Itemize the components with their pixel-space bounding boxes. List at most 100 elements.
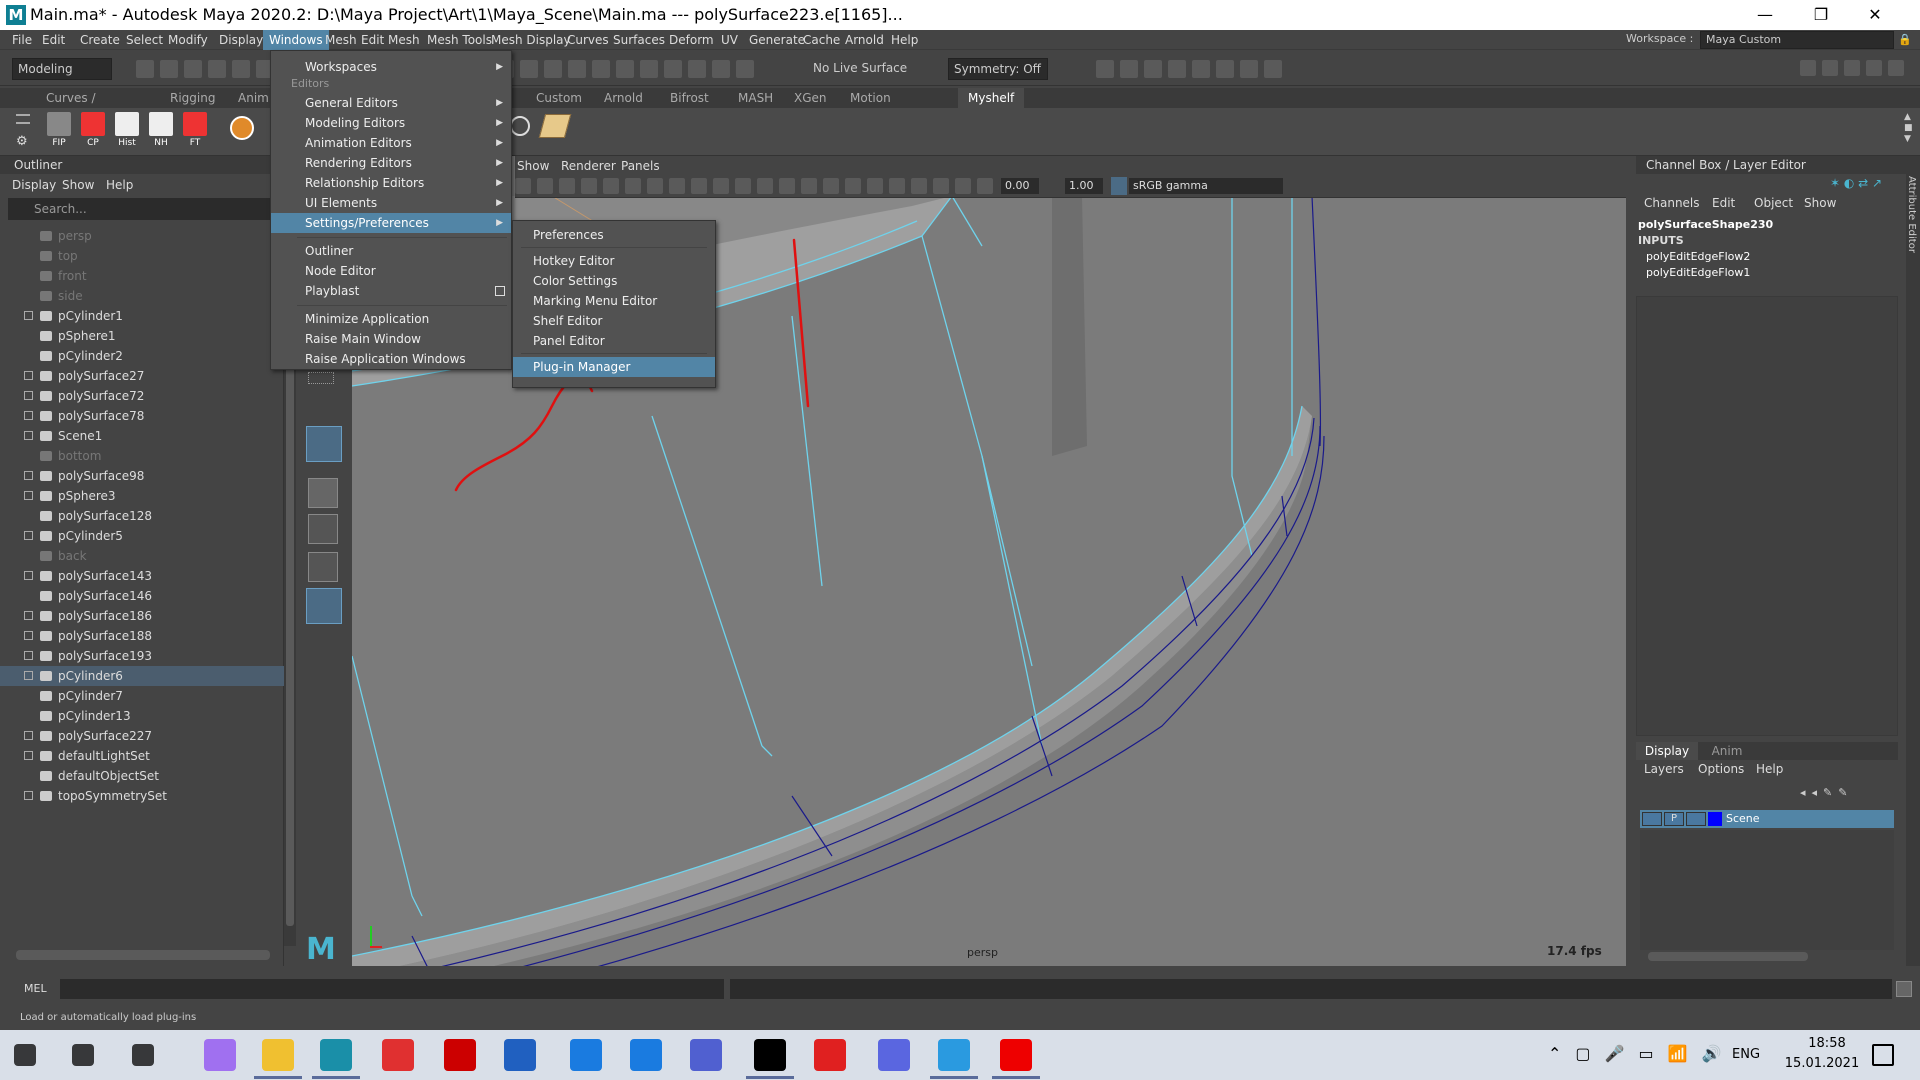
panel-toggle-1-icon[interactable] bbox=[1822, 60, 1838, 76]
viewport-tool-2-icon[interactable] bbox=[559, 178, 575, 194]
vp-menu-panels[interactable]: Panels bbox=[621, 159, 660, 173]
layer-playback-toggle[interactable]: P bbox=[1664, 812, 1684, 826]
expand-icon[interactable] bbox=[24, 411, 33, 420]
shelf-scroll-arrows[interactable]: ▲ ■ ▼ bbox=[1904, 112, 1913, 145]
status-tool-0-icon[interactable] bbox=[136, 60, 154, 78]
expand-icon[interactable] bbox=[24, 571, 33, 580]
shelf-tab-mash[interactable]: MASH bbox=[728, 88, 774, 108]
outliner-item[interactable]: pSphere1 bbox=[0, 326, 284, 346]
viewport-tool-3-icon[interactable] bbox=[581, 178, 597, 194]
status-tool-23-icon[interactable] bbox=[688, 60, 706, 78]
viewport-tool-5-icon[interactable] bbox=[625, 178, 641, 194]
shelf-tab-rigging[interactable]: Rigging bbox=[160, 88, 220, 108]
status-tool-3-icon[interactable] bbox=[208, 60, 226, 78]
windows-menu-item-ui-elements[interactable]: UI Elements ▶ bbox=[271, 193, 511, 213]
outliner-item[interactable]: pCylinder6 bbox=[0, 666, 284, 686]
viewport-tool-1-icon[interactable] bbox=[537, 178, 553, 194]
color-management-icon[interactable] bbox=[1111, 177, 1127, 195]
shelf-tab-xgen[interactable]: XGen bbox=[784, 88, 830, 108]
shelf-button-cp[interactable]: CP bbox=[78, 112, 108, 150]
shelf-gear-icon[interactable]: ⚙ bbox=[16, 134, 28, 149]
taskbar-app-11-icon[interactable] bbox=[690, 1039, 722, 1071]
layer-visibility-toggle[interactable] bbox=[1642, 812, 1662, 826]
render-tool-4-icon[interactable] bbox=[1192, 60, 1210, 78]
expand-icon[interactable] bbox=[24, 651, 33, 660]
menu-deform[interactable]: Deform bbox=[663, 30, 720, 50]
submenu-item-shelf-editor[interactable]: Shelf Editor bbox=[513, 311, 715, 331]
taskbar-app-3-icon[interactable] bbox=[204, 1039, 236, 1071]
viewport-tool-16-icon[interactable] bbox=[867, 178, 883, 194]
vp-menu-renderer[interactable]: Renderer bbox=[561, 159, 616, 173]
menu-help[interactable]: Help bbox=[885, 30, 924, 50]
outliner-item[interactable]: defaultLightSet bbox=[0, 746, 284, 766]
status-tool-1-icon[interactable] bbox=[160, 60, 178, 78]
script-editor-icon[interactable] bbox=[1896, 981, 1912, 997]
outliner-menu-display[interactable]: Display bbox=[12, 178, 56, 192]
outliner-item[interactable]: side bbox=[0, 286, 284, 306]
layout-four-icon[interactable] bbox=[308, 478, 338, 508]
taskbar-app-6-icon[interactable] bbox=[382, 1039, 414, 1071]
taskbar-app-14-icon[interactable] bbox=[878, 1039, 910, 1071]
clock-date[interactable]: 15.01.2021 bbox=[1772, 1056, 1872, 1071]
layer-action-icons[interactable]: ◂◂✎✎ bbox=[1800, 786, 1853, 799]
status-tool-4-icon[interactable] bbox=[232, 60, 250, 78]
viewport-tool-0-icon[interactable] bbox=[515, 178, 531, 194]
live-surface-field[interactable]: No Live Surface bbox=[808, 58, 908, 80]
menu-create[interactable]: Create bbox=[74, 30, 126, 50]
windows-menu-item-playblast[interactable]: Playblast bbox=[271, 281, 511, 301]
outliner-item[interactable]: polySurface193 bbox=[0, 646, 284, 666]
viewport-tool-12-icon[interactable] bbox=[779, 178, 795, 194]
lock-icon[interactable]: 🔒 bbox=[1898, 33, 1912, 47]
taskbar-app-7-icon[interactable] bbox=[444, 1039, 476, 1071]
layout-grid-icon[interactable] bbox=[308, 514, 338, 544]
layout-outliner-icon[interactable] bbox=[306, 588, 342, 624]
layer-menu-help[interactable]: Help bbox=[1756, 762, 1783, 776]
layer-tab-display[interactable]: Display bbox=[1636, 742, 1698, 760]
layout-split-icon[interactable] bbox=[308, 552, 338, 582]
expand-icon[interactable] bbox=[24, 431, 33, 440]
layer-tab-anim[interactable]: Anim bbox=[1702, 742, 1752, 760]
windows-menu-item-modeling-editors[interactable]: Modeling Editors ▶ bbox=[271, 113, 511, 133]
tray-icons[interactable]: ⌃▢🎤▭📶🔊 bbox=[1548, 1044, 1735, 1063]
expand-icon[interactable] bbox=[24, 311, 33, 320]
status-tool-24-icon[interactable] bbox=[712, 60, 730, 78]
outliner-item[interactable]: polySurface186 bbox=[0, 606, 284, 626]
color-space-dropdown[interactable]: sRGB gamma bbox=[1129, 178, 1283, 194]
viewport-tool-20-icon[interactable] bbox=[955, 178, 971, 194]
viewport-tool-15-icon[interactable] bbox=[845, 178, 861, 194]
taskbar-app-16-icon[interactable] bbox=[1000, 1039, 1032, 1071]
channel-box-tool-icons[interactable]: ✶ ◐ ⇄ ↗ bbox=[1830, 176, 1900, 190]
expand-icon[interactable] bbox=[24, 751, 33, 760]
viewport-tool-8-icon[interactable] bbox=[691, 178, 707, 194]
layer-row-scene[interactable]: P Scene bbox=[1640, 810, 1894, 828]
viewport-tool-6-icon[interactable] bbox=[647, 178, 663, 194]
status-tool-17-icon[interactable] bbox=[544, 60, 562, 78]
status-tool-25-icon[interactable] bbox=[736, 60, 754, 78]
taskbar-app-15-icon[interactable] bbox=[938, 1039, 970, 1071]
render-tool-2-icon[interactable] bbox=[1144, 60, 1162, 78]
shelf-tab-arnold[interactable]: Arnold bbox=[594, 88, 650, 108]
layer-type-toggle[interactable] bbox=[1686, 812, 1706, 826]
shelf-button-ft[interactable]: FT bbox=[180, 112, 210, 150]
expand-icon[interactable] bbox=[24, 391, 33, 400]
windows-menu-item-animation-editors[interactable]: Animation Editors ▶ bbox=[271, 133, 511, 153]
shelf-sphere-icon[interactable] bbox=[230, 116, 254, 140]
expand-icon[interactable] bbox=[24, 671, 33, 680]
outliner-item[interactable]: defaultObjectSet bbox=[0, 766, 284, 786]
shelf-eye-icon[interactable] bbox=[510, 116, 530, 136]
shelf-button-fip[interactable]: FIP bbox=[44, 112, 74, 150]
windows-menu-item-rendering-editors[interactable]: Rendering Editors ▶ bbox=[271, 153, 511, 173]
render-tool-1-icon[interactable] bbox=[1120, 60, 1138, 78]
panel-toggle-4-icon[interactable] bbox=[1888, 60, 1904, 76]
attribute-editor-strip[interactable]: Attribute Editor bbox=[1906, 156, 1920, 966]
outliner-item[interactable]: polySurface78 bbox=[0, 406, 284, 426]
windows-menu-item-raise-main-window[interactable]: Raise Main Window bbox=[271, 329, 511, 349]
viewport-tool-17-icon[interactable] bbox=[889, 178, 905, 194]
taskbar-app-13-icon[interactable] bbox=[814, 1039, 846, 1071]
panel-toggle-2-icon[interactable] bbox=[1844, 60, 1860, 76]
menu-uv[interactable]: UV bbox=[715, 30, 744, 50]
language-indicator[interactable]: ENG bbox=[1732, 1047, 1760, 1062]
submenu-item-color-settings[interactable]: Color Settings bbox=[513, 271, 715, 291]
layer-menu-options[interactable]: Options bbox=[1698, 762, 1744, 776]
render-tool-3-icon[interactable] bbox=[1168, 60, 1186, 78]
